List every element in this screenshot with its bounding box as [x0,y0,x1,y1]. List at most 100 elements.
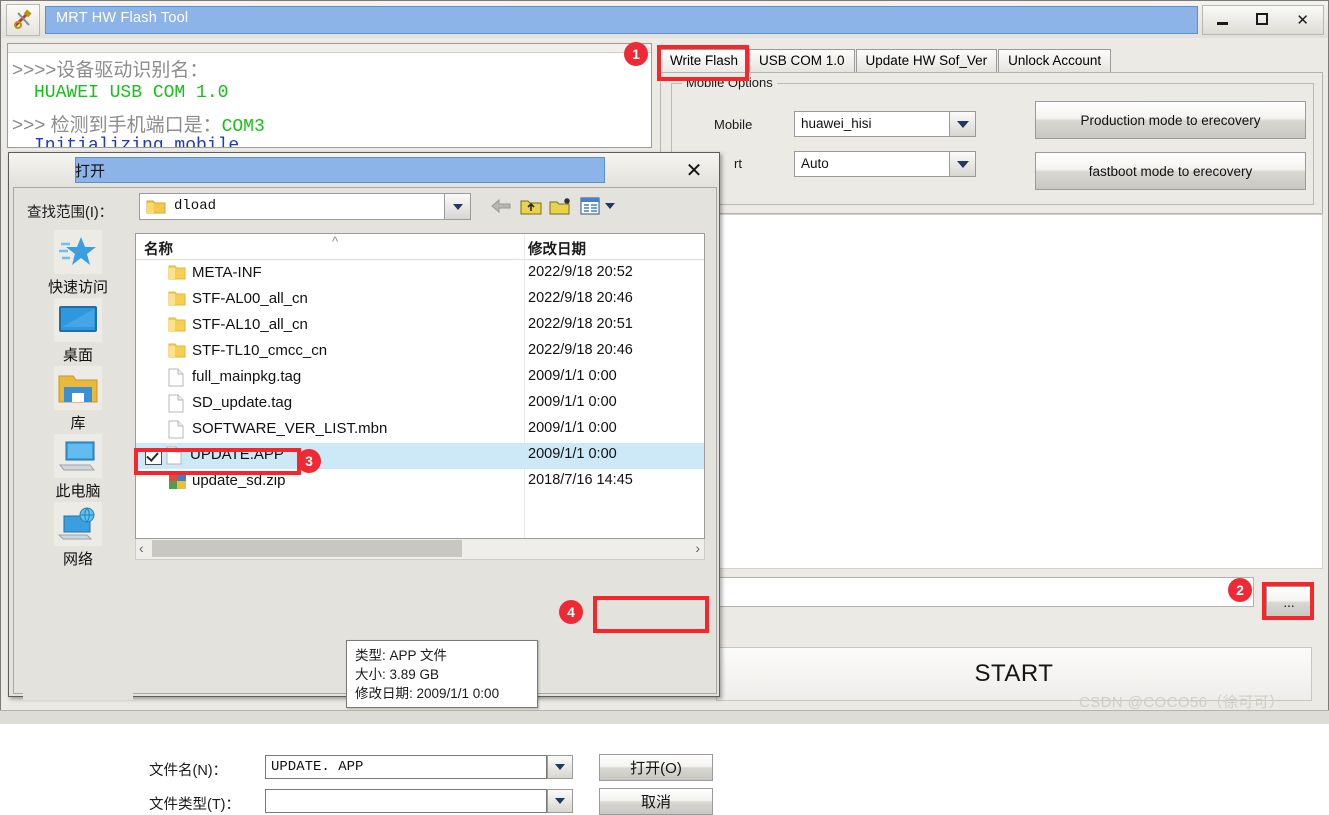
tab-panel: Write Flash USB COM 1.0 Update HW Sof_Ve… [660,49,1323,214]
table-row[interactable]: STF-AL10_all_cn 2022/9/18 20:51 [136,313,704,339]
port-select-value: Auto [801,156,829,171]
place-label: 桌面 [62,347,93,364]
chevron-down-icon[interactable] [949,112,975,136]
table-row[interactable]: SD_update.tag 2009/1/1 0:00 [136,391,704,417]
log-console: >>>>设备驱动识别名： HUAWEI USB COM 1.0 >>> 检测到手… [7,43,652,148]
star-icon [54,230,102,274]
back-arrow-icon[interactable] [487,193,515,219]
minimize-button[interactable] [1217,13,1229,28]
mobile-options-title: Mobile Options [682,75,777,90]
port-select[interactable]: Auto [794,151,976,177]
file-name-label: 文件名(N)： [149,763,228,779]
tab-usb-com[interactable]: USB COM 1.0 [749,49,855,73]
file-name: META-INF [192,264,262,281]
folder-icon [54,366,102,410]
scrollbar-thumb[interactable] [152,540,462,557]
mobile-options-group: Mobile Options Mobile huawei_hisi rt Aut… [671,75,1314,205]
view-mode-icon[interactable] [577,193,617,219]
file-icon [168,394,186,414]
dialog-title: 打开 [75,163,106,180]
file-name: STF-AL10_all_cn [192,316,308,333]
tooltip-modified: 修改日期: 2009/1/1 0:00 [355,686,500,701]
scroll-right-icon[interactable]: › [695,540,700,556]
file-icon [168,420,186,440]
annotation-number-3: 3 [297,449,321,473]
title-strip: MRT HW Flash Tool [45,6,1198,34]
scroll-left-icon[interactable]: ‹ [139,540,144,556]
table-row[interactable]: STF-AL00_all_cn 2022/9/18 20:46 [136,287,704,313]
place-desktop[interactable]: 桌面 [23,298,133,376]
file-date: 2009/1/1 0:00 [528,368,617,384]
table-row-update-app[interactable]: UPDATE.APP 2009/1/1 0:00 [136,443,704,469]
place-network[interactable]: 网络 [23,502,133,580]
tab-update-hw-sof-ver[interactable]: Update HW Sof_Ver [855,49,998,73]
tab-write-flash[interactable]: Write Flash [660,49,749,73]
folder-icon [168,290,186,310]
tab-body: Mobile Options Mobile huawei_hisi rt Aut… [660,72,1323,214]
open-file-dialog: 打开 ✕ 查找范围(I)： dload 快速访问 桌面 库 此电脑 网络 名称 … [8,152,720,815]
table-row[interactable]: update_sd.zip 2018/7/16 14:45 [136,469,704,495]
look-in-select[interactable]: dload [139,193,471,220]
table-row[interactable]: full_mainpkg.tag 2009/1/1 0:00 [136,365,704,391]
file-type-select[interactable] [265,789,547,813]
fastboot-mode-button[interactable]: fastboot mode to erecovery [1035,152,1306,190]
log-line-1: >>>>设备驱动识别名： [12,60,209,81]
place-quick-access[interactable]: 快速访问 [23,230,133,308]
network-icon [54,502,102,546]
file-list[interactable]: 名称 ^ 修改日期 META-INF 2022/9/18 20:52 STF-A… [135,233,705,539]
tab-unlock-account[interactable]: Unlock Account [998,49,1112,73]
log-line-2: HUAWEI USB COM 1.0 [34,83,229,103]
dialog-close-button[interactable]: ✕ [676,158,712,182]
place-this-pc[interactable]: 此电脑 [23,434,133,512]
port-label: rt [734,156,742,171]
dialog-title-strip [75,157,605,183]
mobile-label: Mobile [714,117,753,132]
title-bar: MRT HW Flash Tool ✕ [1,1,1328,38]
file-name: UPDATE.APP [190,446,284,463]
row-checkbox[interactable] [145,448,162,465]
table-row[interactable]: META-INF 2022/9/18 20:52 [136,261,704,287]
monitor-icon [54,298,102,342]
file-date: 2009/1/1 0:00 [528,446,617,462]
place-label: 库 [70,415,86,432]
annotation-number-2: 2 [1228,578,1252,602]
production-mode-button[interactable]: Production mode to erecovery [1035,101,1306,139]
close-button[interactable]: ✕ [1296,13,1309,28]
window-bottom-strip [0,710,1329,724]
mobile-select-value: huawei_hisi [801,116,872,131]
file-name-dropdown-button[interactable] [547,755,573,779]
horizontal-scrollbar[interactable]: ‹ › [135,539,705,560]
mobile-select[interactable]: huawei_hisi [794,111,976,137]
file-date: 2009/1/1 0:00 [528,394,617,410]
file-type-label: 文件类型(T)： [149,797,241,813]
content-area [660,214,1323,569]
place-libraries[interactable]: 库 [23,366,133,444]
file-name: SD_update.tag [192,394,293,411]
folder-icon [168,316,186,336]
chevron-down-icon[interactable] [444,194,470,219]
log-line-4: Initializing mobile... [34,136,272,148]
log-toolbar [8,44,651,53]
table-row[interactable]: SOFTWARE_VER_LIST.mbn 2009/1/1 0:00 [136,417,704,443]
file-name: STF-TL10_cmcc_cn [192,342,328,359]
watermark: CSDN @COCO56（徐可可） [1079,694,1285,711]
open-button[interactable]: 打开(O) [599,754,713,781]
file-icon [168,368,186,388]
up-folder-icon[interactable] [517,193,545,219]
file-date: 2018/7/16 14:45 [528,472,633,488]
dialog-title-bar: 打开 ✕ [9,153,719,186]
new-folder-icon[interactable] [547,193,575,219]
chevron-down-icon[interactable] [949,152,975,176]
column-header-name[interactable]: 名称 [144,238,173,259]
annotation-number-4: 4 [559,600,583,624]
file-type-dropdown-button[interactable] [547,789,573,813]
window-controls[interactable]: ✕ [1202,5,1324,35]
cancel-button[interactable]: 取消 [599,788,713,815]
maximize-button[interactable] [1256,12,1269,28]
column-header-date[interactable]: 修改日期 [528,238,586,259]
file-name-input[interactable]: UPDATE. APP [265,755,547,779]
browse-button[interactable]: ... [1266,586,1312,618]
firmware-path-input[interactable] [664,577,1254,607]
table-row[interactable]: STF-TL10_cmcc_cn 2022/9/18 20:46 [136,339,704,365]
file-date: 2022/9/18 20:46 [528,290,633,306]
